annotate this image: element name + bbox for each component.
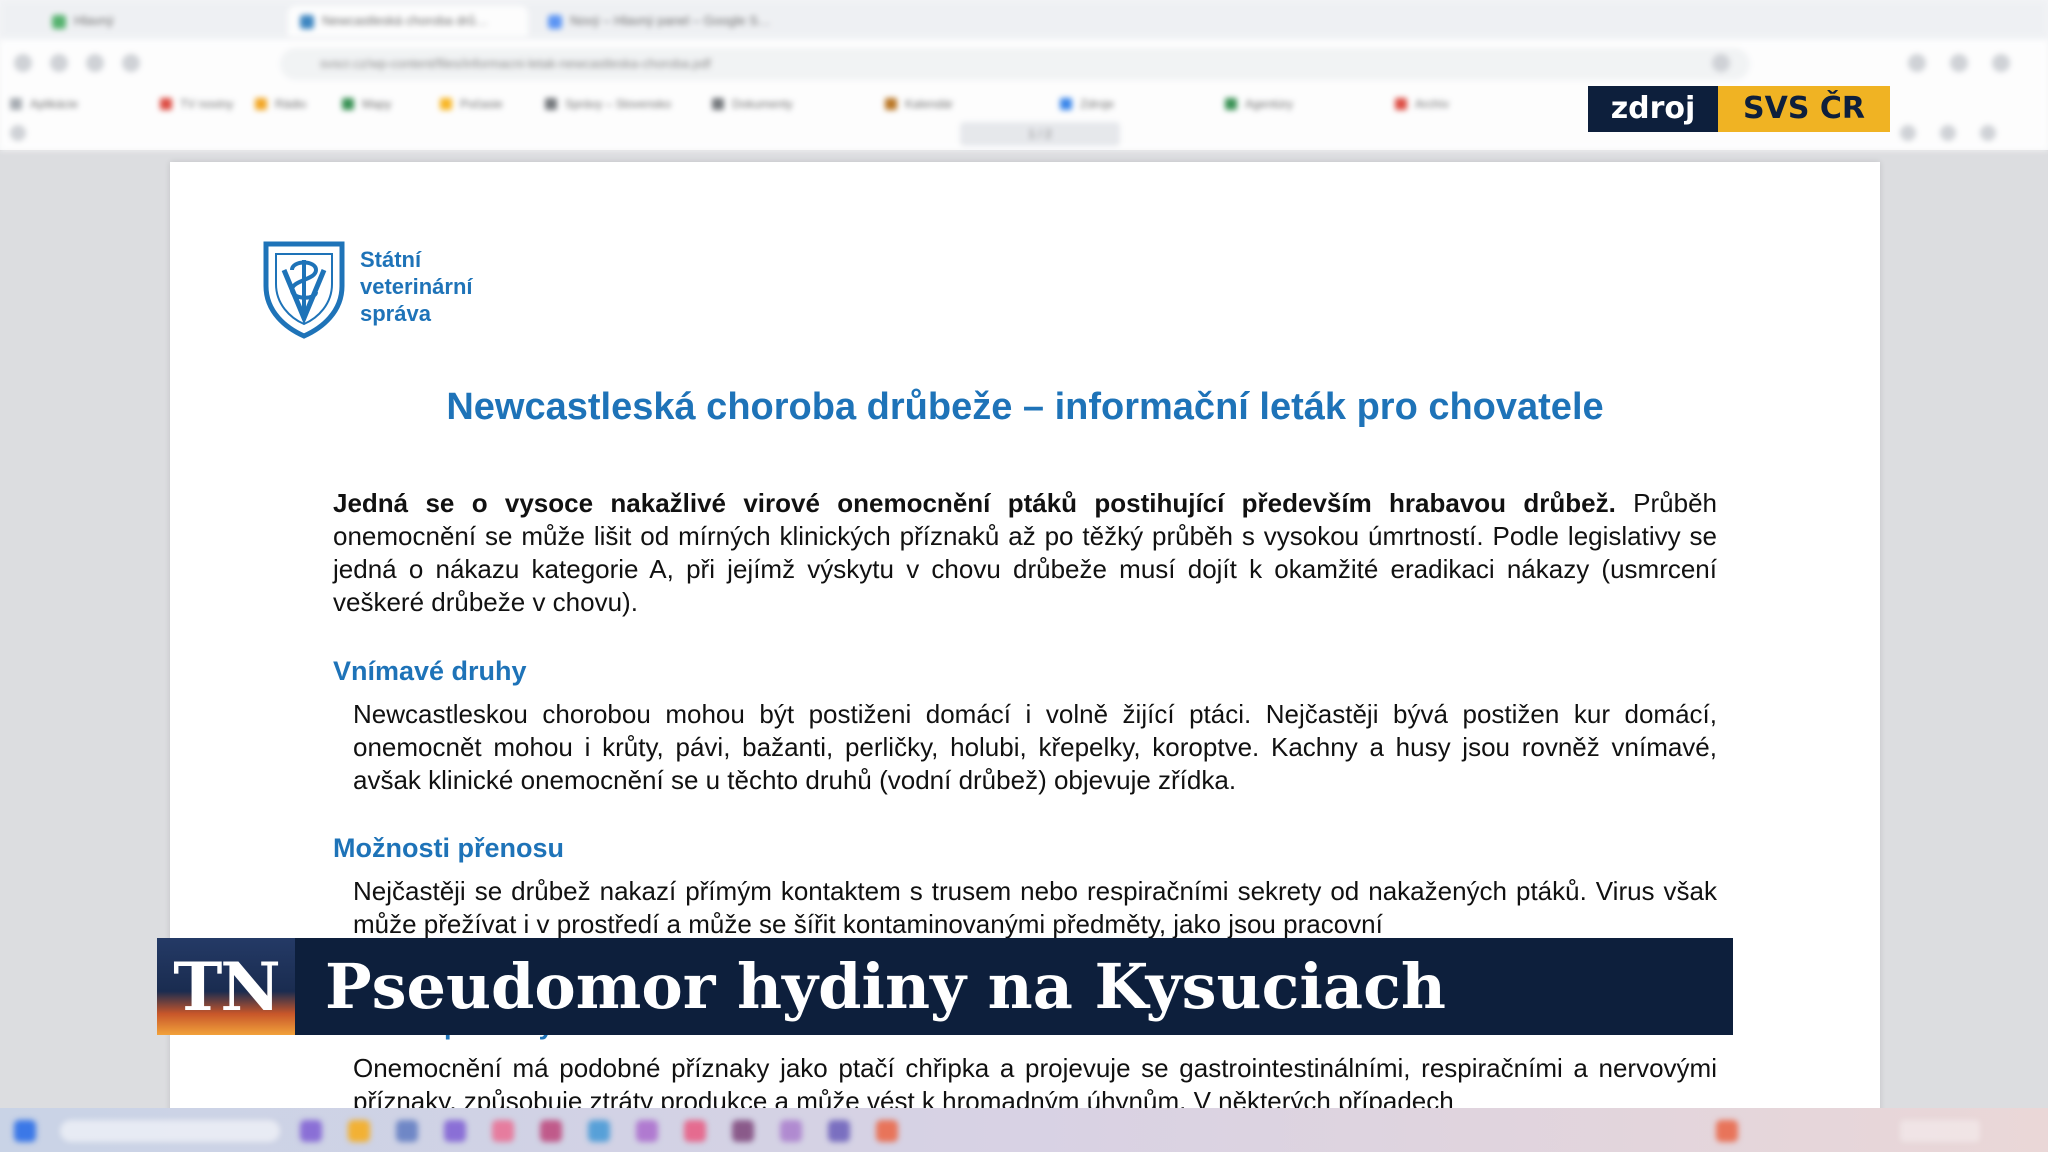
bookmark-item[interactable]: Správy – Slovensko — [545, 94, 671, 114]
bookmark-label: Rádio — [275, 97, 307, 111]
sidebar-toggle-icon[interactable] — [10, 125, 26, 141]
intro-bold-text: Jedná se o vysoce nakažlivé virové onemo… — [333, 488, 1616, 518]
bookmark-star-icon[interactable] — [1712, 54, 1730, 72]
address-bar[interactable]: svscr.cz/wp-content/files/informacni-let… — [280, 48, 1750, 80]
screen: Hlavný Newcastleská choroba drů… Nový – … — [0, 0, 2048, 1152]
print-icon[interactable] — [1940, 125, 1956, 141]
tab-google[interactable]: Nový – Hlavný panel – Google S… — [536, 6, 776, 36]
tab-label: Nový – Hlavný panel – Google S… — [570, 13, 771, 28]
bookmark-item[interactable]: Mapy — [342, 94, 391, 114]
bookmark-label: TV noviny — [180, 97, 234, 111]
news-headline: Pseudomor hydiny na Kysuciach — [325, 950, 1446, 1023]
bookmark-label: Mapy — [362, 97, 392, 111]
bookmark-icon — [712, 98, 724, 110]
taskbar-app-icon[interactable] — [828, 1120, 850, 1142]
bookmark-item[interactable]: Rádio — [255, 94, 306, 114]
pdf-page-indicator[interactable]: 1 / 2 — [960, 122, 1120, 146]
extensions-icon[interactable] — [1908, 54, 1926, 72]
taskbar-app-icon[interactable] — [540, 1120, 562, 1142]
taskbar-app-icon[interactable] — [876, 1120, 898, 1142]
taskbar-app-icon[interactable] — [636, 1120, 658, 1142]
taskbar-app-icon[interactable] — [444, 1120, 466, 1142]
bookmark-label: Správy – Slovensko — [565, 97, 672, 111]
bookmark-icon — [10, 98, 22, 110]
bookmark-item[interactable]: Aplikácie — [10, 94, 78, 114]
bookmark-label: Zdroje — [1080, 97, 1115, 111]
menu-icon[interactable] — [1992, 54, 2010, 72]
source-badge: zdroj SVS ČR — [1588, 86, 1890, 132]
bookmark-item[interactable]: TV noviny — [160, 94, 233, 114]
bookmark-label: Agentúry — [1245, 97, 1294, 111]
tab-strip: Hlavný Newcastleská choroba drů… Nový – … — [0, 0, 2048, 38]
bookmark-icon — [885, 98, 897, 110]
taskbar — [0, 1108, 2048, 1152]
bookmark-icon — [1395, 98, 1407, 110]
shield-icon — [263, 241, 345, 339]
bookmark-item[interactable]: Kalendár — [885, 94, 953, 114]
tray-icon[interactable] — [1716, 1120, 1738, 1142]
tab-pdf-document[interactable]: Newcastleská choroba drů… — [288, 6, 528, 36]
download-icon[interactable] — [1900, 125, 1916, 141]
reload-icon[interactable] — [86, 54, 104, 72]
bookmark-label: Dokumenty — [732, 97, 793, 111]
logo-text: Státní veterinární správa — [360, 246, 473, 327]
search-input[interactable] — [60, 1120, 280, 1142]
section-body: Nejčastěji se drůbež nakazí přímým konta… — [353, 876, 1717, 939]
bookmark-item[interactable]: Agentúry — [1225, 94, 1293, 114]
bookmark-label: Archív — [1415, 97, 1450, 111]
bookmark-label: Počasie — [460, 97, 503, 111]
bookmark-item[interactable]: Zdroje — [1060, 94, 1114, 114]
bookmark-item[interactable]: Počasie — [440, 94, 503, 114]
bookmark-label: Kalendár — [905, 97, 954, 111]
bookmark-icon — [160, 98, 172, 110]
taskbar-app-icon[interactable] — [780, 1120, 802, 1142]
profile-icon[interactable] — [1950, 54, 1968, 72]
taskbar-app-icon[interactable] — [300, 1120, 322, 1142]
source-label: zdroj — [1588, 86, 1718, 132]
document-title: Newcastleská choroba drůbeže – informačn… — [446, 386, 1604, 428]
taskbar-app-icon[interactable] — [492, 1120, 514, 1142]
home-icon[interactable] — [122, 54, 140, 72]
back-icon[interactable] — [14, 54, 32, 72]
bookmark-icon — [1225, 98, 1237, 110]
taskbar-app-icon[interactable] — [396, 1120, 418, 1142]
more-options-icon[interactable] — [1980, 125, 1996, 141]
bookmark-item[interactable]: Archív — [1395, 94, 1449, 114]
tab-favicon-icon — [548, 15, 562, 29]
tab-label: Newcastleská choroba drů… — [322, 13, 489, 28]
logo-line: veterinární — [360, 274, 473, 299]
forward-icon[interactable] — [50, 54, 68, 72]
taskbar-app-icon[interactable] — [684, 1120, 706, 1142]
bookmark-icon — [1060, 98, 1072, 110]
logo-line: Státní — [360, 247, 422, 272]
intro-paragraph: Jedná se o vysoce nakažlivé virové onemo… — [333, 487, 1717, 619]
bookmark-icon — [440, 98, 452, 110]
taskbar-app-icon[interactable] — [588, 1120, 610, 1142]
taskbar-app-icon[interactable] — [348, 1120, 370, 1142]
logo-line: správa — [360, 301, 431, 326]
tn-logo: TN — [157, 938, 295, 1035]
bookmark-icon — [255, 98, 267, 110]
tab-favicon-icon — [52, 15, 66, 29]
news-lower-third: TN Pseudomor hydiny na Kysuciach — [157, 938, 1733, 1035]
bookmark-item[interactable]: Dokumenty — [712, 94, 793, 114]
svs-logo: Státní veterinární správa — [262, 240, 562, 350]
taskbar-app-icon[interactable] — [732, 1120, 754, 1142]
tab-hlavny[interactable]: Hlavný — [40, 6, 280, 36]
bookmark-icon — [342, 98, 354, 110]
tab-label: Hlavný — [74, 13, 114, 28]
section-heading: Vnímavé druhy — [333, 656, 527, 686]
section-heading: Možnosti přenosu — [333, 833, 564, 863]
start-icon[interactable] — [14, 1120, 36, 1142]
tab-favicon-icon — [300, 15, 314, 29]
clock[interactable] — [1900, 1120, 1980, 1142]
bookmark-icon — [545, 98, 557, 110]
address-row: svscr.cz/wp-content/files/informacni-let… — [0, 40, 2048, 88]
bookmark-label: Aplikácie — [30, 97, 79, 111]
source-value: SVS ČR — [1718, 86, 1890, 132]
section-body: Newcastleskou chorobou mohou být postiže… — [353, 699, 1717, 795]
